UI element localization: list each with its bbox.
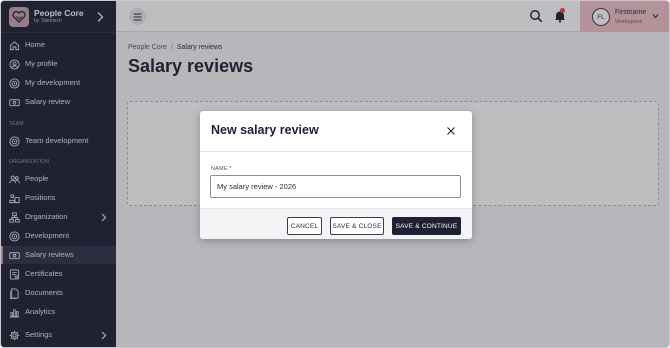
app-window: People Core by Talentech Home My profile… — [0, 0, 670, 348]
dialog-divider — [200, 151, 472, 152]
save-and-continue-button[interactable]: SAVE & CONTINUE — [392, 217, 461, 235]
cancel-button[interactable]: CANCEL — [287, 217, 322, 235]
save-and-close-button[interactable]: SAVE & CLOSE — [330, 217, 384, 235]
dialog-title: New salary review — [211, 123, 319, 137]
close-icon[interactable] — [446, 126, 456, 136]
new-salary-review-dialog: New salary review NAME * CANCEL SAVE & C… — [200, 111, 472, 239]
name-input[interactable] — [210, 175, 461, 198]
name-field-label: NAME * — [211, 166, 232, 172]
dialog-footer: CANCEL SAVE & CLOSE SAVE & CONTINUE — [200, 208, 472, 239]
